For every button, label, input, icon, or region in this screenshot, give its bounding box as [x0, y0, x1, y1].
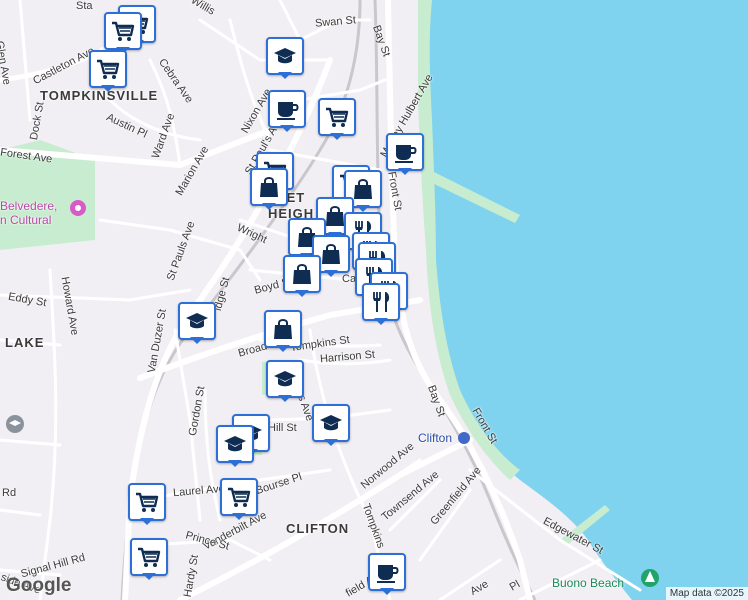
shopping-cart-icon [318, 98, 356, 136]
shopping-cart-icon [128, 483, 166, 521]
pin-pointer [142, 573, 156, 580]
shopping-bag-icon [264, 310, 302, 348]
graduation-cap-icon [266, 37, 304, 75]
map-pin-cap[interactable] [216, 425, 254, 469]
pin-pointer [280, 125, 294, 132]
area-label-lake: LAKE [5, 335, 45, 350]
pin-pointer [295, 290, 309, 297]
area-label-clifton: CLIFTON [286, 521, 350, 536]
map-pin-cap[interactable] [266, 360, 304, 404]
train-station-marker[interactable] [458, 432, 470, 444]
fork-knife-icon [362, 283, 400, 321]
shopping-bag-icon [283, 255, 321, 293]
map-pin-cup[interactable] [386, 133, 424, 177]
pin-pointer [324, 270, 338, 277]
pin-pointer [330, 133, 344, 140]
pin-pointer [380, 588, 394, 595]
map-pin-bag[interactable] [283, 255, 321, 299]
map-pin-cap[interactable] [266, 37, 304, 81]
pin-pointer [101, 85, 115, 92]
shopping-bag-icon [250, 168, 288, 206]
pin-pointer [190, 337, 204, 344]
poi-label-buono-beach[interactable]: Buono Beach [552, 576, 624, 590]
coffee-cup-icon [386, 133, 424, 171]
map-pin-cart[interactable] [220, 478, 258, 522]
street-label: Sta [76, 0, 93, 12]
map-pin-cap[interactable] [178, 302, 216, 346]
shopping-cart-icon [130, 538, 168, 576]
shopping-cart-icon [220, 478, 258, 516]
map-pin-cart[interactable] [318, 98, 356, 142]
map-pin-cup[interactable] [368, 553, 406, 597]
pin-pointer [398, 168, 412, 175]
graduation-cap-icon [312, 404, 350, 442]
graduation-cap-icon [178, 302, 216, 340]
map-pin-cart[interactable] [130, 538, 168, 582]
pin-pointer [278, 395, 292, 402]
pin-pointer [140, 518, 154, 525]
pin-pointer [232, 513, 246, 520]
pin-pointer [356, 205, 370, 212]
coffee-cup-icon [368, 553, 406, 591]
map-attribution[interactable]: Map data ©2025 [665, 587, 748, 600]
map-pin-cart[interactable] [89, 50, 127, 94]
map-pin-bag[interactable] [250, 168, 288, 212]
map-pin-fork[interactable] [362, 283, 400, 327]
poi-label-cultural[interactable]: n Cultural [0, 213, 51, 227]
pin-pointer [324, 439, 338, 446]
map-pin-bag[interactable] [264, 310, 302, 354]
station-label-clifton[interactable]: Clifton [418, 431, 452, 445]
shopping-cart-icon [104, 12, 142, 50]
street-label: Rd [2, 487, 17, 499]
map-pin-cap[interactable] [312, 404, 350, 448]
pin-pointer [228, 460, 242, 467]
museum-marker-center [75, 205, 81, 211]
pin-pointer [262, 203, 276, 210]
pin-pointer [276, 345, 290, 352]
coffee-cup-icon [268, 90, 306, 128]
poi-label-belvedere[interactable]: Belvedere, [0, 199, 57, 213]
street-label: Hill St [268, 422, 297, 434]
graduation-cap-icon [266, 360, 304, 398]
google-logo: Google [6, 575, 72, 596]
shopping-cart-icon [89, 50, 127, 88]
pin-pointer [374, 318, 388, 325]
pin-pointer [278, 72, 292, 79]
graduation-cap-icon [216, 425, 254, 463]
map-pin-cup[interactable] [268, 90, 306, 134]
map-pin-cart[interactable] [128, 483, 166, 527]
